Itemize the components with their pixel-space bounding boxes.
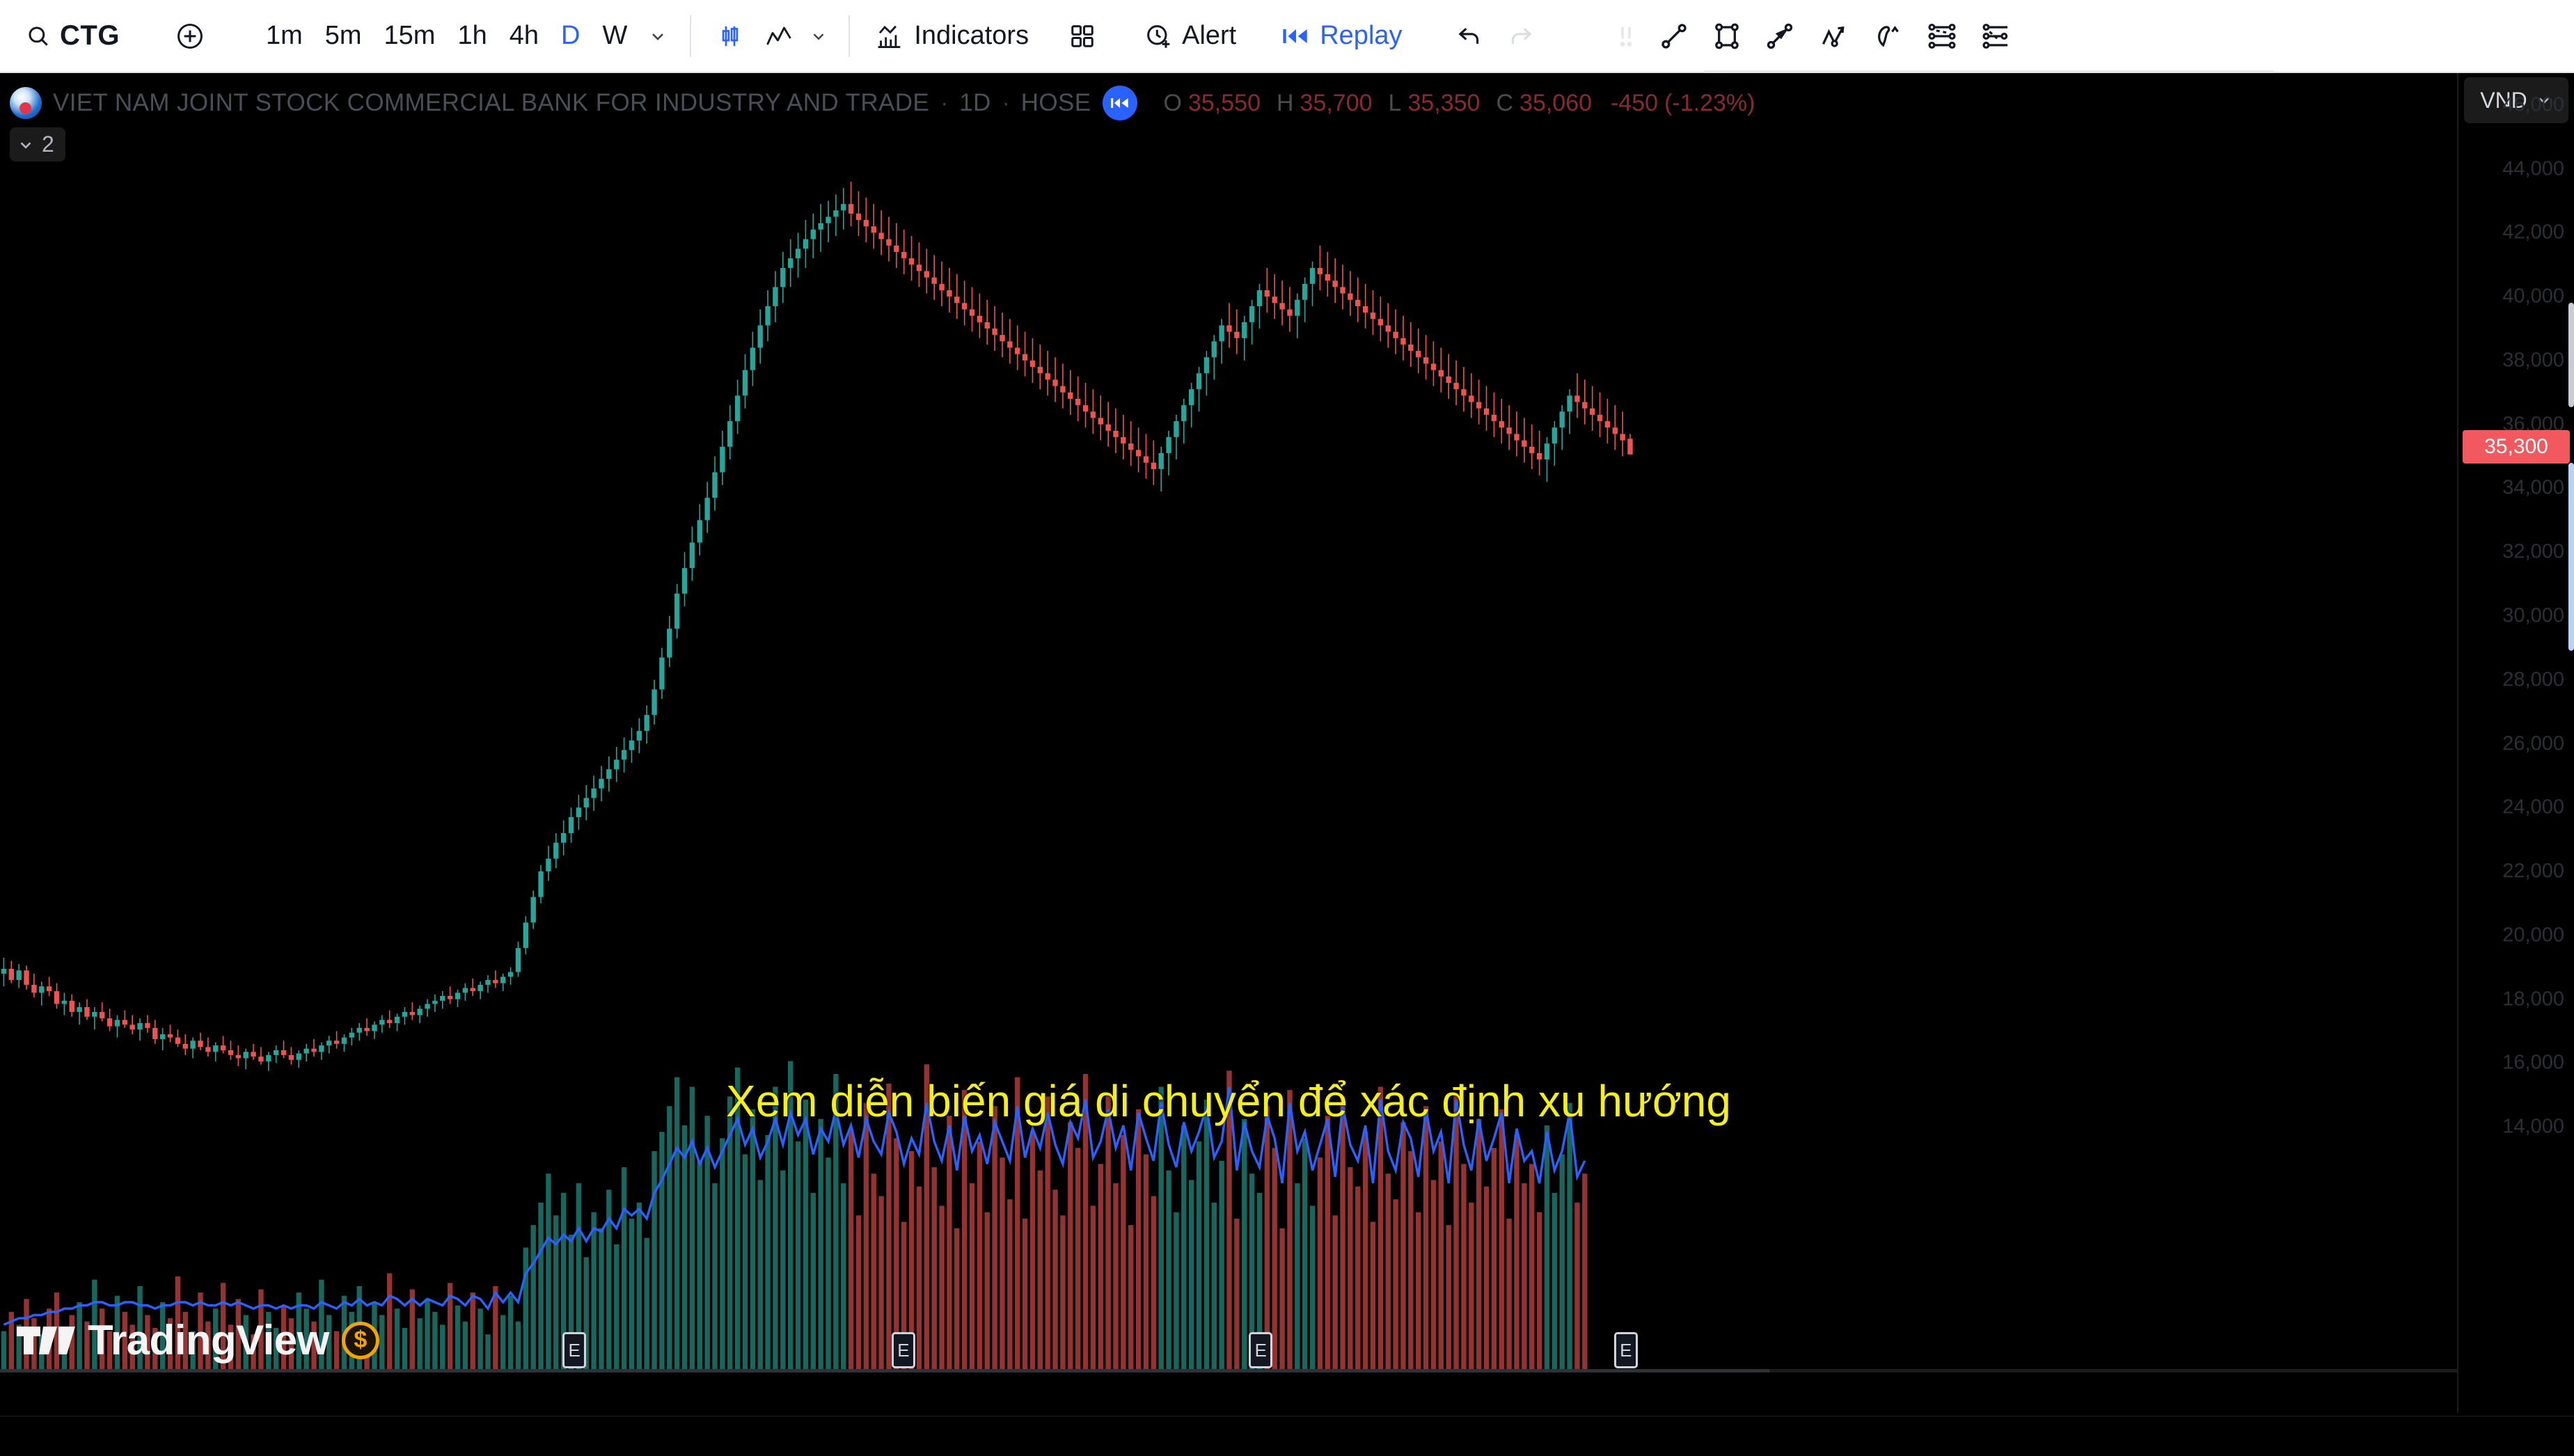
price-tick: 34,000 [2502,476,2564,499]
redo-arrow-icon [1507,24,1535,48]
price-tick: 32,000 [2502,540,2564,563]
timeframe-1m[interactable]: 1m [255,11,314,61]
price-tick: 16,000 [2502,1051,2564,1074]
annotation-caption: Xem diễn biến giá di chuyển để xác định … [726,1076,1731,1126]
price-tick: 44,000 [2502,157,2564,180]
replay-label: Replay [1320,21,1403,50]
rectangle-icon[interactable] [1700,11,1753,61]
indicators-icon [876,23,904,49]
plus-circle-icon [175,22,205,51]
pane-collapse-badge[interactable]: 2 [10,127,65,161]
chart-style-line-button[interactable] [757,11,801,61]
trend-line-icon[interactable] [1648,11,1700,61]
toolbar-divider-1 [690,15,692,57]
price-scale[interactable]: VND 46,000 44,000 42,000 40,000 38,000 36,000… [2457,73,2574,1413]
timeframe-15m[interactable]: 15m [373,11,447,61]
toolbar-active-underline [1704,70,2273,73]
earnings-marker[interactable]: E [1249,1332,1273,1368]
top-toolbar: CTG 1m 5m 15m 1h 4h D W Indicators Alert… [0,0,2574,73]
price-tick: 38,000 [2502,349,2564,372]
alarm-clock-plus-icon [1144,22,1172,50]
bottom-status-bar [0,1416,2574,1456]
toolbar-divider-2 [848,15,851,57]
price-tick: 26,000 [2502,732,2564,755]
chart-style-more-button[interactable] [801,11,836,61]
price-tick: 24,000 [2502,796,2564,818]
grid-layout-icon [1069,23,1096,49]
chevron-down-icon [810,27,828,45]
tradingview-chart-app: CTG 1m 5m 15m 1h 4h D W Indicators Alert… [0,0,2574,1456]
price-tick: 14,000 [2502,1115,2564,1138]
price-tick: 46,000 [2502,93,2564,116]
brush-icon[interactable] [1861,11,1915,61]
earnings-marker[interactable]: E [891,1332,915,1368]
line-chart-icon [765,24,793,49]
redo-button[interactable] [1497,11,1545,61]
add-symbol-button[interactable] [161,11,219,61]
price-candles-svg [1,182,1633,1071]
price-tick: 28,000 [2502,668,2564,691]
alert-label: Alert [1182,21,1237,50]
symbol-search-button[interactable]: CTG [13,11,134,61]
price-tick: 40,000 [2502,285,2564,308]
vertical-scrollbar[interactable] [2568,73,2574,1413]
arrow-line-icon[interactable] [1753,11,1806,61]
chart-canvas-area[interactable]: VIET NAM JOINT STOCK COMMERCIAL BANK FOR… [0,73,2457,1413]
pitchfork-icon[interactable] [1806,11,1861,61]
timeframe-more-button[interactable] [638,11,677,61]
undo-arrow-icon [1455,24,1483,48]
price-tick: 42,000 [2502,221,2564,244]
horizontal-scrollbar[interactable] [0,1369,2457,1372]
price-tick: 30,000 [2502,604,2564,627]
price-tick: 20,000 [2502,924,2564,947]
drawing-tools-group [1604,0,2023,72]
fib-retracement-icon[interactable] [1915,11,1969,61]
timeframe-w[interactable]: W [591,11,638,61]
price-tick: 18,000 [2502,988,2564,1011]
earnings-marker[interactable]: E [562,1332,587,1368]
timeframe-4h[interactable]: 4h [498,11,550,61]
indicators-label: Indicators [914,21,1029,50]
timeframe-group: 1m 5m 15m 1h 4h D W [255,0,677,72]
chart-style-candles-button[interactable] [704,11,757,61]
layout-button[interactable] [1055,11,1110,61]
price-tick: 22,000 [2502,860,2564,883]
earnings-marker[interactable]: E [1613,1332,1638,1368]
chevron-down-icon [17,136,35,154]
timeframe-5m[interactable]: 5m [314,11,373,61]
alert-button[interactable]: Alert [1130,11,1250,61]
cursor-crosshair-icon[interactable] [1604,11,1648,61]
pane-count-label: 2 [42,132,54,157]
timeframe-d[interactable]: D [550,11,591,61]
indicators-button[interactable]: Indicators [862,11,1043,61]
candlestick-icon [718,24,743,49]
replay-rewind-icon [1282,25,1310,47]
gann-fan-icon[interactable] [1969,11,2023,61]
undo-button[interactable] [1442,11,1497,61]
search-icon [26,24,50,48]
current-price-tag: 35,300 [2463,429,2570,464]
timeframe-1h[interactable]: 1h [446,11,498,61]
chevron-down-icon [648,26,668,46]
replay-button[interactable]: Replay [1268,11,1416,61]
symbol-label: CTG [60,20,120,51]
